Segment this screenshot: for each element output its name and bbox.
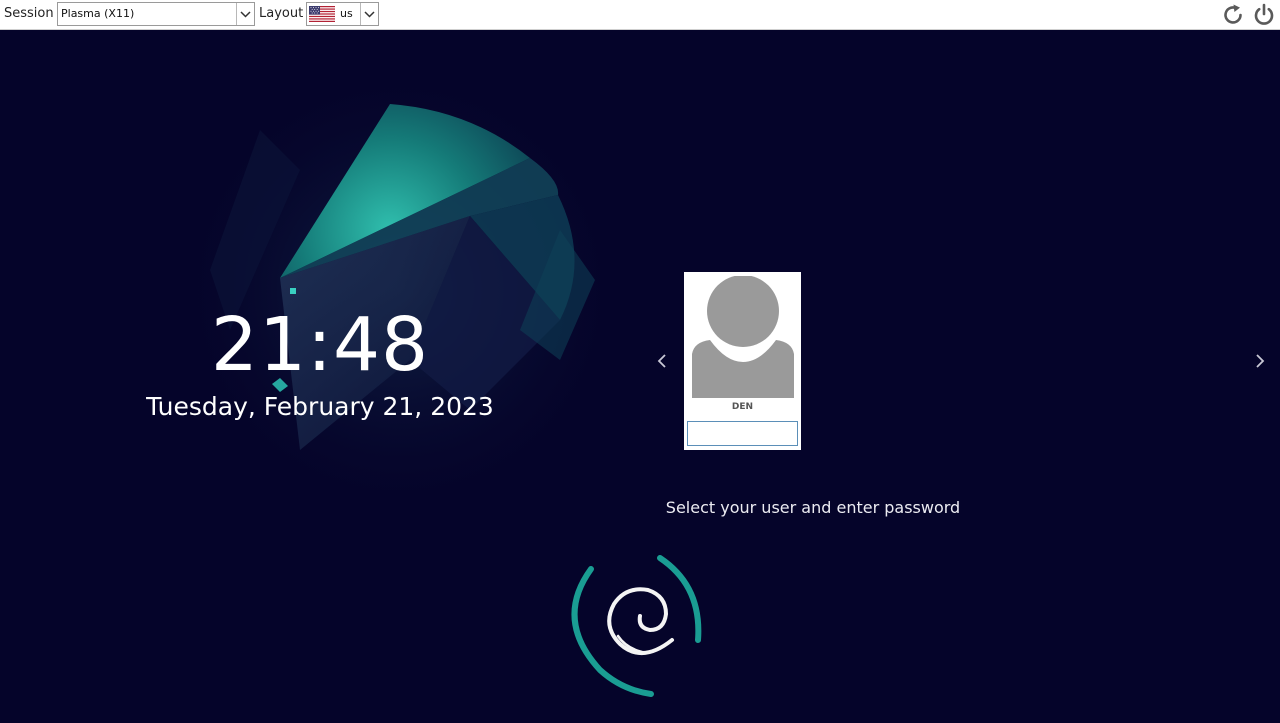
layout-label: Layout [259,6,304,21]
layout-select-value: us [340,7,353,20]
username-label: DEN [731,402,754,412]
user-avatar-icon [690,275,794,398]
login-screen: 21:48 Tuesday, February 21, 2023 DEN Sel… [0,30,1280,723]
clock-time: 21:48 [210,302,430,388]
next-user-chevron-icon[interactable] [1250,349,1270,373]
chevron-down-icon[interactable] [236,3,254,25]
layout-select[interactable]: us [306,2,379,26]
top-bar: Session Plasma (X11) Layout us [0,0,1280,30]
session-select[interactable]: Plasma (X11) [57,2,255,26]
debian-logo-icon [562,552,708,698]
session-select-value: Plasma (X11) [61,7,135,20]
us-flag-icon [309,6,335,22]
password-input[interactable] [687,421,798,446]
user-card[interactable]: DEN [684,272,801,450]
login-prompt: Select your user and enter password [665,498,961,517]
restart-icon[interactable] [1221,3,1245,27]
session-label: Session [4,6,54,21]
power-icon[interactable] [1252,3,1276,27]
previous-user-chevron-icon[interactable] [652,349,672,373]
chevron-down-icon[interactable] [360,3,378,25]
clock-date: Tuesday, February 21, 2023 [146,392,494,421]
